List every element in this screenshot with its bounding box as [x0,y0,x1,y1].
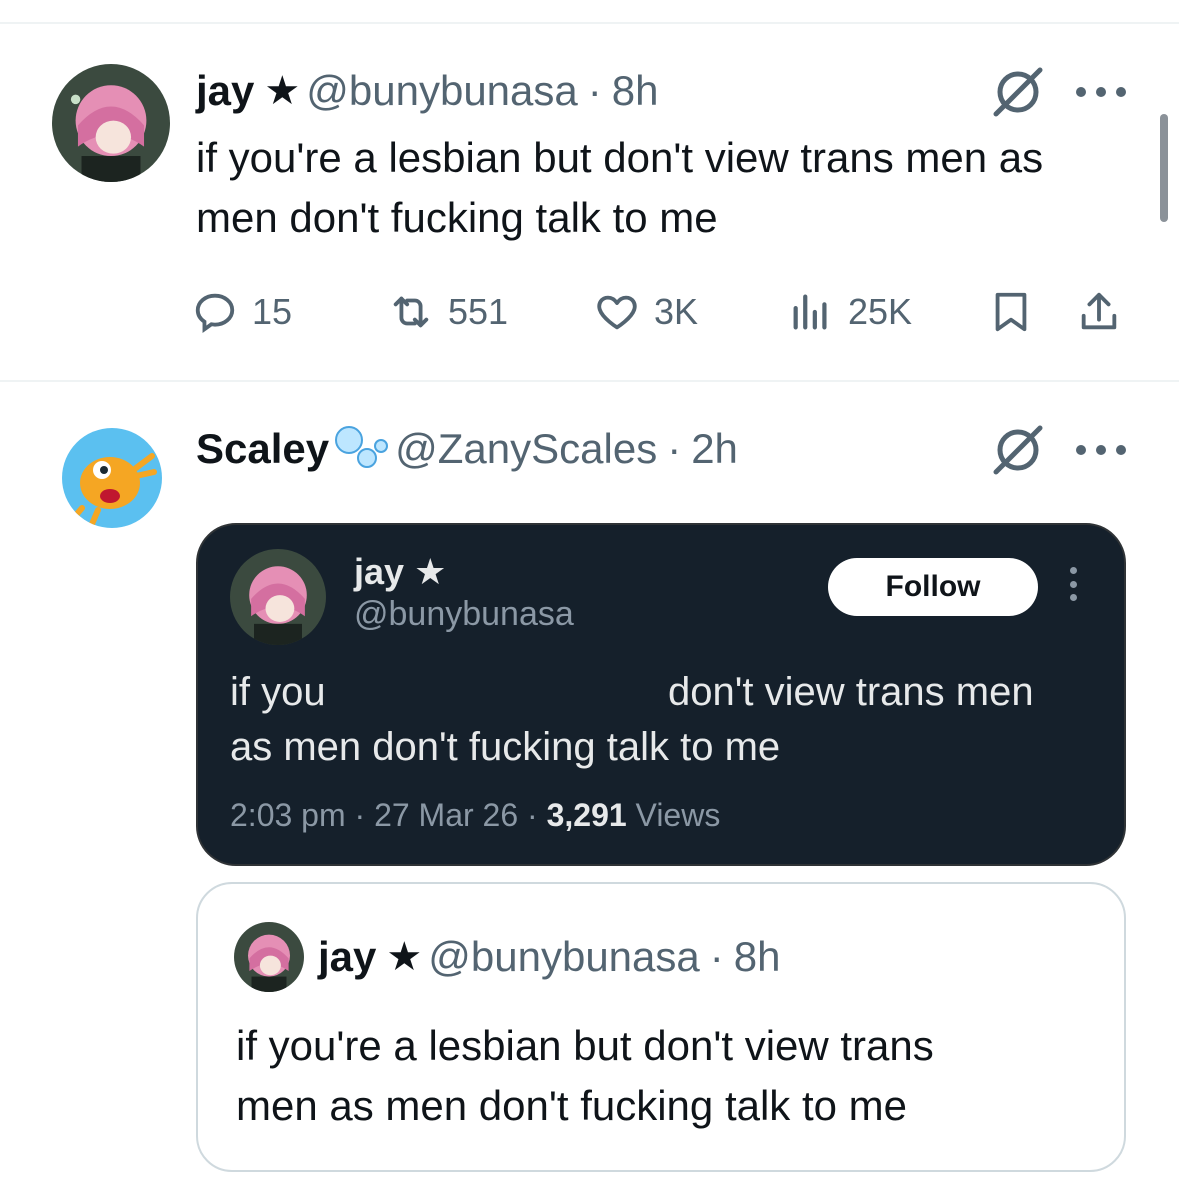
quote-author-name: jay [318,933,377,980]
share-button[interactable] [1076,282,1136,342]
tweet2-header: Scaley @ZanyScales · 2h [196,424,738,474]
separator-dot: · [709,933,724,980]
avatar-jay [230,549,326,645]
timestamp[interactable]: 8h [612,66,659,116]
screenshot-text-line2: as men don't fucking talk to me [230,725,781,769]
screenshot-text-part1: if you [230,670,326,714]
more-icon[interactable] [1076,82,1126,102]
screenshot-text-part2: don't view trans men [668,670,1034,714]
avatar-jay [234,922,304,992]
share-icon [1081,292,1117,330]
scrollbar[interactable] [1160,114,1168,222]
heart-icon [597,295,637,330]
author-handle[interactable]: @bunybunasa [306,66,578,116]
like-count: 3K [654,291,699,332]
like-button[interactable]: 3K [594,282,698,342]
avatar-jay[interactable] [52,64,170,182]
views-button[interactable]: 25K [788,282,912,342]
views-count: 25K [848,291,913,332]
author-name[interactable]: Scaley [196,424,329,474]
avatar-scaley[interactable] [62,428,162,528]
reply-icon [195,293,235,333]
bookmark-icon [995,292,1027,332]
reply-count: 15 [252,291,293,332]
vertical-more-icon [1070,567,1078,601]
repost-button[interactable]: 551 [388,282,508,342]
author-handle[interactable]: @ZanyScales [395,424,657,474]
repost-icon [393,296,429,328]
star-emoji: ★ [386,935,423,979]
tweet1-actions: 15 551 3K 25K [192,282,1132,342]
bookmark-button[interactable] [988,282,1048,342]
grok-icon[interactable] [988,420,1048,480]
views-icon [793,294,827,330]
screenshot-author-name: jay ★ [354,551,447,592]
author-name[interactable]: jay [196,66,254,116]
star-emoji: ★ [264,69,301,113]
tweet1-text: if you're a lesbian but don't view trans… [196,128,1043,248]
timestamp[interactable]: 2h [691,424,738,474]
quote-author-handle: @bunybunasa [428,933,700,980]
separator-dot: · [667,425,682,472]
repost-count: 551 [448,291,509,332]
screenshot-meta: 2:03 pm · 27 Mar 26 · 3,291 Views [230,797,721,833]
attached-screenshot[interactable]: jay ★ @bunybunasa Follow if you don't vi… [196,523,1126,866]
more-icon[interactable] [1076,440,1126,460]
reply-button[interactable]: 15 [192,282,292,342]
top-divider [0,22,1179,24]
tweet-divider [0,380,1179,382]
bubbles-emoji [333,424,389,474]
quote-text: if you're a lesbian but don't view trans… [236,1016,934,1136]
grok-icon[interactable] [988,62,1048,122]
quote-timestamp: 8h [733,933,781,980]
tweet1-text-line1: if you're a lesbian but don't view trans… [196,134,1044,181]
follow-button: Follow [828,558,1038,616]
tweet1-text-line2: men don't fucking talk to me [196,194,718,241]
quote-text-line2: men as men don't fucking talk to me [236,1082,908,1129]
quoted-tweet[interactable]: jay ★ @bunybunasa · 8h if you're a lesbi… [196,882,1126,1172]
screenshot-author-handle: @bunybunasa [354,595,574,633]
quote-header: jay ★ @bunybunasa · 8h [318,932,780,982]
quote-text-line1: if you're a lesbian but don't view trans [236,1022,934,1069]
separator-dot: · [587,67,602,114]
tweet1-header: jay ★ @bunybunasa · 8h [196,66,658,116]
